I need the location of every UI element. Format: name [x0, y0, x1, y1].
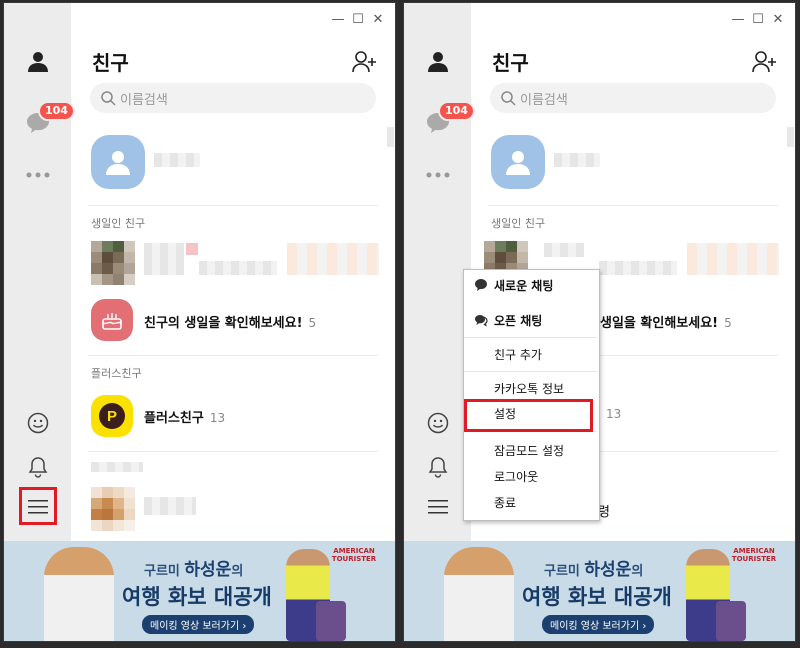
- plus-friend-count: 13: [606, 407, 622, 421]
- divider: [488, 205, 778, 206]
- emoticon-icon[interactable]: [22, 407, 54, 439]
- unread-badge: 104: [438, 101, 475, 121]
- page-title: 친구: [92, 51, 129, 75]
- menu-item-logout[interactable]: 로그아웃: [464, 465, 597, 487]
- open-chat-icon: [475, 315, 488, 327]
- banner-suitcase-image: [716, 601, 746, 641]
- birthday-prompt-row[interactable]: 생일을 확인해보세요! 5: [600, 312, 732, 331]
- search-icon: [501, 91, 516, 106]
- birthday-count: 5: [308, 316, 317, 330]
- page-title: 친구: [492, 51, 529, 75]
- plus-friend-name: 플러스친구: [144, 411, 204, 426]
- search-placeholder: 이름검색: [520, 92, 568, 108]
- birthday-cake-icon[interactable]: [91, 299, 133, 341]
- minimize-button[interactable]: —: [730, 12, 746, 28]
- menu-item-new-chat[interactable]: 새로운 채팅: [464, 274, 597, 296]
- section-label-blurred: [91, 462, 143, 472]
- birthday-friend-avatar-blurred[interactable]: [91, 241, 135, 285]
- close-button[interactable]: ✕: [370, 12, 386, 28]
- birthday-count: 5: [724, 316, 732, 330]
- notification-bell-icon[interactable]: [22, 451, 54, 483]
- add-friend-icon[interactable]: [352, 50, 378, 74]
- menu-separator: [464, 337, 597, 338]
- birthday-prompt-text: 생일을 확인해보세요!: [600, 316, 719, 331]
- ad-banner[interactable]: 구르미 하성운의 여행 화보 대공개 메이킹 영상 보러가기 › AMERICA…: [4, 541, 395, 641]
- friends-tab-icon[interactable]: [22, 45, 54, 77]
- more-tab-icon[interactable]: [422, 159, 454, 191]
- my-profile-avatar[interactable]: [91, 135, 145, 189]
- divider: [88, 355, 378, 356]
- birthday-prompt-text: 친구의 생일을 확인해보세요!: [144, 316, 303, 331]
- my-profile-name-blurred: [554, 153, 600, 167]
- plus-friend-logo[interactable]: P: [91, 395, 133, 437]
- banner-person-image: [444, 547, 514, 641]
- birthday-gift-blurred: [687, 243, 779, 275]
- birthday-prompt-row[interactable]: 친구의 생일을 확인해보세요! 5: [144, 312, 316, 331]
- search-icon: [101, 91, 116, 106]
- my-profile-name-blurred: [154, 153, 200, 167]
- chat-bubble-icon: [475, 279, 487, 291]
- scrollbar-thumb[interactable]: [787, 127, 794, 147]
- section-label-birthday: 생일인 친구: [91, 217, 146, 230]
- section-label-plus: 플러스친구: [91, 367, 142, 380]
- friends-tab-icon[interactable]: [422, 45, 454, 77]
- banner-suitcase-image: [316, 601, 346, 641]
- menu-item-lock-mode[interactable]: 잠금모드 설정: [464, 439, 597, 461]
- friends-window-left: 104 — ☐ ✕ 친구 이름검색 생일인 친구 친구의 생일을 확인해보세요!…: [3, 2, 396, 642]
- scrollbar-thumb[interactable]: [387, 127, 394, 147]
- emoticon-icon[interactable]: [422, 407, 454, 439]
- maximize-button[interactable]: ☐: [350, 12, 366, 28]
- birthday-gift-blurred: [287, 243, 379, 275]
- minimize-button[interactable]: —: [330, 12, 346, 28]
- search-placeholder: 이름검색: [120, 92, 168, 108]
- search-input[interactable]: 이름검색: [490, 83, 776, 113]
- blurred-emoji: [186, 243, 198, 255]
- banner-brand-logo: AMERICAN TOURISTER: [731, 547, 777, 563]
- plus-friend-row[interactable]: 13: [600, 407, 621, 422]
- notification-bell-icon[interactable]: [422, 451, 454, 483]
- highlight-box-menu-button: [19, 487, 57, 525]
- my-profile-avatar[interactable]: [491, 135, 545, 189]
- search-input[interactable]: 이름검색: [90, 83, 376, 113]
- highlight-box-settings: [464, 399, 593, 432]
- divider: [88, 205, 378, 206]
- menu-item-add-friend[interactable]: 친구 추가: [464, 343, 597, 365]
- plus-friend-count: 13: [209, 411, 226, 425]
- section-label-birthday: 생일인 친구: [491, 217, 546, 230]
- maximize-button[interactable]: ☐: [750, 12, 766, 28]
- banner-line1: 구르미 하성운의: [144, 560, 244, 580]
- friend-avatar-blurred[interactable]: [91, 487, 135, 531]
- more-tab-icon[interactable]: [22, 159, 54, 191]
- friend-name-blurred: [144, 497, 196, 515]
- close-button[interactable]: ✕: [770, 12, 786, 28]
- birthday-friend-status-blurred: [199, 261, 277, 275]
- menu-item-kakaotalk-info[interactable]: 카카오톡 정보: [464, 377, 597, 399]
- banner-line2: 여행 화보 대공개: [522, 585, 672, 609]
- banner-brand-logo: AMERICAN TOURISTER: [331, 547, 377, 563]
- banner-line1: 구르미 하성운의: [544, 560, 644, 580]
- birthday-friend-name-blurred: [144, 243, 184, 275]
- menu-hamburger-icon[interactable]: [422, 491, 454, 523]
- birthday-friend-status-blurred: [599, 261, 677, 275]
- birthday-friend-name-blurred: [544, 243, 584, 257]
- banner-line2: 여행 화보 대공개: [122, 585, 272, 609]
- plus-friend-row[interactable]: 플러스친구 13: [144, 407, 225, 426]
- banner-person-image: [44, 547, 114, 641]
- ad-banner[interactable]: 구르미 하성운의 여행 화보 대공개 메이킹 영상 보러가기 › AMERICA…: [404, 541, 795, 641]
- side-rail: 104: [4, 3, 75, 541]
- plus-logo-mark: P: [99, 403, 125, 429]
- divider: [88, 451, 378, 452]
- side-rail: 104: [404, 3, 475, 541]
- banner-cta-button[interactable]: 메이킹 영상 보러가기 ›: [142, 615, 255, 634]
- unread-badge: 104: [38, 101, 75, 121]
- main-context-menu: 새로운 채팅 오픈 채팅 친구 추가 카카오톡 정보 설정 잠금모드 설정 로그…: [463, 269, 600, 521]
- menu-separator: [464, 371, 597, 372]
- menu-item-exit[interactable]: 종료: [464, 491, 597, 513]
- menu-item-open-chat[interactable]: 오픈 채팅: [464, 309, 597, 331]
- add-friend-icon[interactable]: [752, 50, 778, 74]
- banner-cta-button[interactable]: 메이킹 영상 보러가기 ›: [542, 615, 655, 634]
